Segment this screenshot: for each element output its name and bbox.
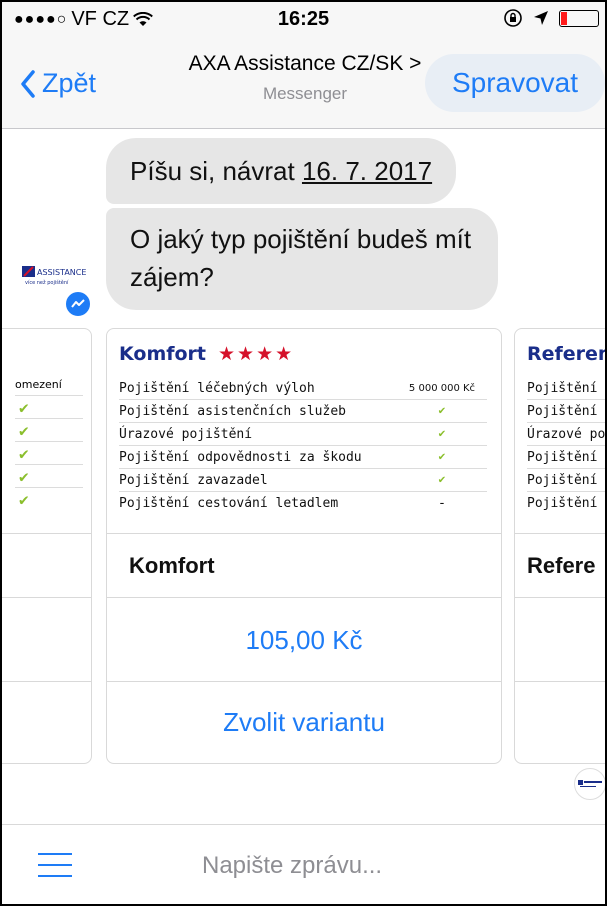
back-button[interactable]: Zpět xyxy=(20,68,96,99)
table-row: ✔ xyxy=(15,465,83,488)
table-row: ✔ xyxy=(15,419,83,442)
manage-button[interactable]: Spravovat xyxy=(425,54,605,112)
card-action-button[interactable] xyxy=(0,681,91,763)
coverage-table: Pojištění lé Pojištění a Úrazové po Poji… xyxy=(527,377,607,514)
table-row: Pojištění odpovědnosti za škodu ✔ xyxy=(119,446,487,469)
check-icon: ✔ xyxy=(437,474,447,486)
check-icon: ✔ xyxy=(19,397,29,417)
card-title: Referen xyxy=(527,343,607,365)
table-row: ✔ xyxy=(15,488,83,510)
coverage-label: Pojištění z xyxy=(527,472,607,488)
card-title: Komfort ★★★★ xyxy=(119,343,294,365)
table-row: ✔ xyxy=(15,442,83,465)
stars-rating: ★★★★ xyxy=(218,343,295,365)
coverage-label: Pojištění asistenčních služeb xyxy=(119,403,346,419)
card-name xyxy=(0,533,91,597)
menu-icon[interactable] xyxy=(38,853,72,877)
table-row: Pojištění a xyxy=(527,400,607,423)
coverage-label: Pojištění o xyxy=(527,449,607,465)
back-label: Zpět xyxy=(42,68,97,98)
table-row: Pojištění c xyxy=(527,492,607,514)
check-icon: ✔ xyxy=(19,489,29,509)
table-row: Pojištění léčebných výloh 5 000 000 Kč xyxy=(119,377,487,400)
table-header-cell: omezení xyxy=(15,373,83,396)
table-row: Pojištění o xyxy=(527,446,607,469)
table-row: ✔ xyxy=(15,396,83,419)
message-input[interactable] xyxy=(200,843,564,889)
coverage-label: Pojištění a xyxy=(527,403,607,419)
rotation-lock-icon xyxy=(504,9,522,27)
check-icon: ✔ xyxy=(437,451,447,463)
status-right xyxy=(503,8,599,28)
coverage-table: omezení ✔ ✔ ✔ ✔ ✔ xyxy=(15,373,83,510)
card-action-button[interactable] xyxy=(515,681,607,763)
table-row: Úrazové pojištění ✔ xyxy=(119,423,487,446)
coverage-label: Úrazové po xyxy=(527,426,606,442)
table-row: Pojištění lé xyxy=(527,377,607,400)
offer-card-next[interactable]: Referen Pojištění lé Pojištění a Úrazové… xyxy=(514,328,607,764)
check-icon: ✔ xyxy=(19,420,29,440)
card-price xyxy=(0,597,91,682)
coverage-label: Pojištění cestování letadlem xyxy=(119,495,339,511)
card-image-area: omezení ✔ ✔ ✔ ✔ ✔ xyxy=(0,329,91,534)
coverage-value: - xyxy=(439,495,445,511)
message-text: Píšu si, návrat xyxy=(130,156,302,186)
offer-card-previous[interactable]: omezení ✔ ✔ ✔ ✔ ✔ xyxy=(0,328,92,764)
avatar-brand: ASSISTANCE xyxy=(37,268,86,277)
table-row: Pojištění cestování letadlem - xyxy=(119,492,487,514)
page-title: AXA Assistance CZ/SK > xyxy=(188,52,422,75)
date-link[interactable]: 16. 7. 2017 xyxy=(302,156,432,186)
axa-logo-icon xyxy=(578,780,602,787)
check-icon: ✔ xyxy=(19,466,29,486)
plan-title: Komfort xyxy=(119,343,207,365)
check-icon: ✔ xyxy=(437,428,447,440)
conversation-title[interactable]: AXA Assistance CZ/SK > Messenger xyxy=(150,52,460,104)
coverage-label: Pojištění c xyxy=(527,495,607,511)
card-name: Refere xyxy=(515,533,607,597)
check-icon: ✔ xyxy=(437,405,447,417)
coverage-label: Pojištění zavazadel xyxy=(119,472,268,488)
card-name: Komfort xyxy=(107,533,501,597)
coverage-value: 5 000 000 Kč xyxy=(408,382,476,394)
avatar[interactable]: ASSISTANCE více než pojištění xyxy=(20,262,94,294)
coverage-label: Pojištění odpovědnosti za škodu xyxy=(119,449,362,465)
table-row: Pojištění z xyxy=(527,469,607,492)
choose-variant-button[interactable]: Zvolit variantu xyxy=(107,681,501,763)
message-bubble: O jaký typ pojištění budeš mít zájem? xyxy=(106,208,498,310)
coverage-label: Pojištění lé xyxy=(527,380,607,396)
axa-logo-icon: ASSISTANCE více než pojištění xyxy=(22,266,86,286)
table-row: Úrazové po xyxy=(527,423,607,446)
status-bar: ●●●●○ VF CZ 16:25 xyxy=(0,0,607,42)
card-image-area: Referen Pojištění lé Pojištění a Úrazové… xyxy=(515,329,607,534)
table-row: Pojištění asistenčních služeb ✔ xyxy=(119,400,487,423)
battery-icon xyxy=(559,9,599,27)
read-receipt-avatar xyxy=(574,768,606,800)
card-price[interactable]: 105,00 Kč xyxy=(107,597,501,682)
card-price xyxy=(515,597,607,682)
check-icon: ✔ xyxy=(19,443,29,463)
coverage-label: Úrazové pojištění xyxy=(119,426,253,442)
card-image-area: Komfort ★★★★ Pojištění léčebných výloh 5 0… xyxy=(107,329,501,534)
location-icon xyxy=(534,11,548,25)
chevron-left-icon xyxy=(21,69,35,98)
coverage-label: Pojištění léčebných výloh xyxy=(119,380,315,396)
avatar-tagline: více než pojištění xyxy=(25,279,69,286)
table-row: Pojištění zavazadel ✔ xyxy=(119,469,487,492)
message-bubble: Píšu si, návrat 16. 7. 2017 xyxy=(106,138,457,204)
navigation-bar: Zpět AXA Assistance CZ/SK > Messenger Sp… xyxy=(0,42,607,129)
page-subtitle: Messenger xyxy=(262,84,348,103)
message-composer xyxy=(0,824,607,907)
offer-card-komfort: Komfort ★★★★ Pojištění léčebných výloh 5 0… xyxy=(106,328,502,764)
messenger-badge-icon xyxy=(64,290,92,318)
coverage-table: Pojištění léčebných výloh 5 000 000 Kč Po… xyxy=(119,377,487,514)
